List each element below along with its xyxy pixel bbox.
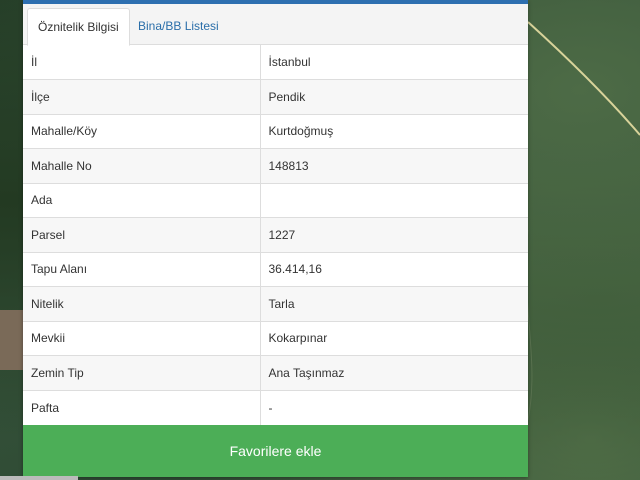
attr-key: İlçe xyxy=(23,79,261,114)
attr-key: Mahalle No xyxy=(23,148,261,183)
table-row: Ada xyxy=(23,182,528,218)
attr-value: Tarla xyxy=(260,286,528,321)
attr-key: Nitelik xyxy=(23,286,261,321)
map-building xyxy=(0,310,23,370)
attribute-table: İl İstanbul İlçe Pendik Mahalle/Köy Kurt… xyxy=(23,45,528,425)
table-row: Mevkii Kokarpınar xyxy=(23,320,528,356)
attr-key: Mevkii xyxy=(23,320,261,356)
table-row: Tapu Alanı 36.414,16 xyxy=(23,251,528,287)
attr-value: Pendik xyxy=(260,79,528,114)
table-row: Pafta - xyxy=(23,389,528,425)
table-row: Zemin Tip Ana Taşınmaz xyxy=(23,355,528,390)
tab-building-list[interactable]: Bina/BB Listesi xyxy=(128,8,229,46)
attr-key: İl xyxy=(23,45,261,80)
attr-value: 36.414,16 xyxy=(260,251,528,287)
attr-value: 1227 xyxy=(260,217,528,252)
attr-key: Mahalle/Köy xyxy=(23,113,261,149)
add-to-favorites-button[interactable]: Favorilere ekle xyxy=(23,425,528,477)
map-road-line xyxy=(527,21,640,136)
attr-value: - xyxy=(260,389,528,425)
table-row: Mahalle/Köy Kurtdoğmuş xyxy=(23,113,528,149)
table-row: Mahalle No 148813 xyxy=(23,148,528,183)
tab-bar: Öznitelik Bilgisi Bina/BB Listesi xyxy=(23,4,528,46)
table-row: Parsel 1227 xyxy=(23,217,528,252)
attr-key: Parsel xyxy=(23,217,261,252)
attr-value: Kurtdoğmuş xyxy=(260,113,528,149)
table-row: İl İstanbul xyxy=(23,45,528,80)
parcel-info-panel: Öznitelik Bilgisi Bina/BB Listesi İl İst… xyxy=(23,0,528,477)
attr-key: Ada xyxy=(23,182,261,218)
attr-value xyxy=(260,182,528,218)
attr-key: Tapu Alanı xyxy=(23,251,261,287)
attr-value: Ana Taşınmaz xyxy=(260,355,528,390)
attr-value: İstanbul xyxy=(268,55,311,69)
map-scrollbar[interactable] xyxy=(0,476,78,480)
table-row: Nitelik Tarla xyxy=(23,286,528,321)
attr-value: 148813 xyxy=(260,148,528,183)
attr-key: Zemin Tip xyxy=(23,355,261,390)
tab-attribute-info[interactable]: Öznitelik Bilgisi xyxy=(27,8,130,46)
table-row: İlçe Pendik xyxy=(23,79,528,114)
attr-key: Pafta xyxy=(23,389,261,425)
attr-value: Kokarpınar xyxy=(260,320,528,356)
